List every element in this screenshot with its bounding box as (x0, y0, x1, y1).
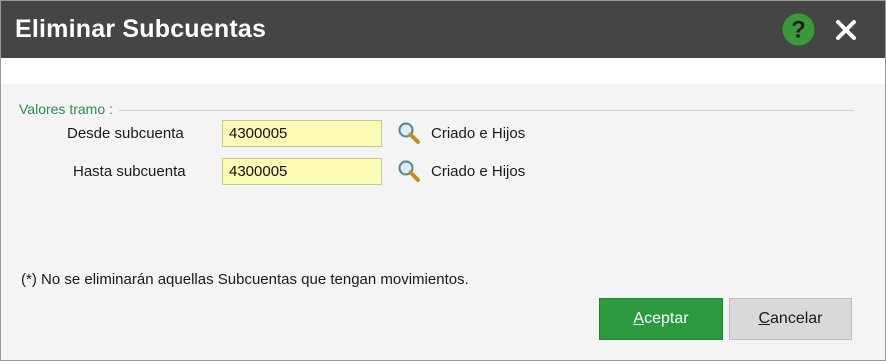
to-subaccount-owner: Criado e Hijos (431, 163, 526, 180)
warning-note: (*) No se eliminarán aquellas Subcuentas… (21, 271, 469, 288)
delete-subaccounts-dialog: Eliminar Subcuentas ? Valores tramo : De… (0, 0, 886, 361)
group-divider (19, 110, 854, 111)
help-icon[interactable]: ? (782, 13, 815, 46)
from-subaccount-owner: Criado e Hijos (431, 125, 526, 142)
search-icon[interactable] (397, 121, 421, 145)
cancel-button[interactable]: Cancelar (729, 298, 852, 340)
cancel-mnemonic: C (758, 310, 771, 327)
from-subaccount-label: Desde subcuenta (67, 125, 184, 142)
from-subaccount-input[interactable] (222, 120, 382, 147)
cancel-label-rest: ancelar (770, 310, 823, 327)
to-subaccount-input[interactable] (222, 158, 382, 185)
group-legend: Valores tramo : (19, 101, 119, 117)
dialog-title: Eliminar Subcuentas (15, 15, 267, 43)
title-bar: Eliminar Subcuentas ? (1, 1, 885, 58)
header-spacer (1, 58, 885, 84)
svg-text:?: ? (791, 17, 806, 44)
search-icon[interactable] (397, 159, 421, 183)
accept-button[interactable]: Aceptar (599, 298, 723, 340)
accept-label-rest: ceptar (644, 310, 689, 327)
accept-mnemonic: A (633, 310, 645, 327)
to-subaccount-label: Hasta subcuenta (73, 163, 186, 180)
close-icon[interactable] (835, 19, 857, 41)
